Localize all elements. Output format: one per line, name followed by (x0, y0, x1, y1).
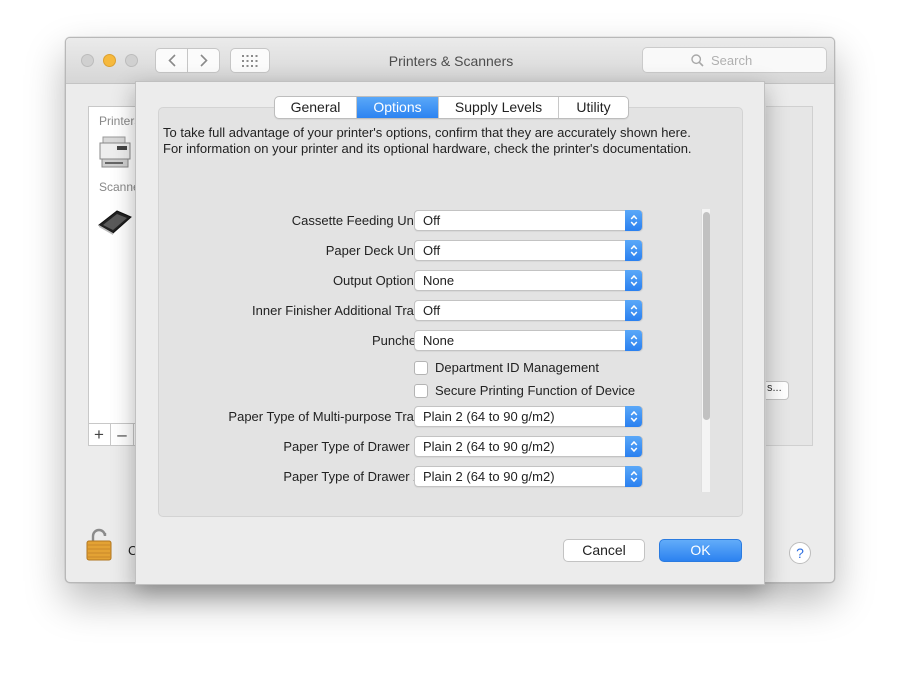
printer-icon[interactable] (97, 135, 133, 169)
popup-arrows-icon (625, 270, 642, 291)
tab-bar: General Options Supply Levels Utility (274, 96, 629, 119)
drawer1-paper-popup[interactable]: Plain 2 (64 to 90 g/m2) (414, 436, 643, 457)
title-bar: Printers & Scanners Search (66, 38, 834, 84)
drawer2-paper-label: Paper Type of Drawer 2: (283, 469, 424, 484)
lock-icon[interactable] (86, 527, 112, 561)
options-supplies-button[interactable]: s... (766, 381, 789, 400)
scanner-icon[interactable] (97, 207, 133, 235)
secure-printing-label: Secure Printing Function of Device (435, 383, 636, 398)
popup-arrows-icon (625, 406, 642, 427)
popup-arrows-icon (625, 330, 642, 351)
department-id-checkbox-row[interactable]: Department ID Management (414, 360, 599, 375)
secure-printing-checkbox-row[interactable]: Secure Printing Function of Device (414, 383, 635, 398)
popup-arrows-icon (625, 436, 642, 457)
tab-general[interactable]: General (275, 97, 357, 118)
department-id-checkbox[interactable] (414, 360, 428, 375)
output-options-label: Output Options: (332, 273, 424, 288)
help-button[interactable]: ? (789, 542, 811, 564)
cassette-feeding-unit-value: Off (423, 213, 441, 228)
multipurpose-tray-paper-value: Plain 2 (64 to 90 g/m2) (423, 409, 555, 424)
puncher-value: None (423, 333, 455, 348)
options-intro-text: To take full advantage of your printer's… (163, 125, 692, 156)
department-id-label: Department ID Management (435, 360, 600, 375)
cancel-button[interactable]: Cancel (563, 539, 645, 562)
ok-button[interactable]: OK (659, 539, 742, 562)
popup-arrows-icon (625, 466, 642, 487)
options-scrollbar[interactable] (701, 209, 710, 492)
popup-arrows-icon (625, 210, 642, 231)
inner-finisher-tray-label: Inner Finisher Additional Tray: (252, 303, 424, 318)
tab-utility[interactable]: Utility (559, 97, 628, 118)
output-options-value: None (423, 273, 455, 288)
tab-options[interactable]: Options (357, 97, 439, 118)
tab-supply-levels[interactable]: Supply Levels (439, 97, 559, 118)
multipurpose-tray-paper-label: Paper Type of Multi-purpose Tray: (228, 409, 424, 424)
paper-deck-unit-value: Off (423, 243, 441, 258)
inner-finisher-tray-popup[interactable]: Off (414, 300, 643, 321)
drawer2-paper-popup[interactable]: Plain 2 (64 to 90 g/m2) (414, 466, 643, 487)
printer-options-sheet: General Options Supply Levels Utility To… (135, 81, 765, 585)
paper-deck-unit-label: Paper Deck Unit: (325, 243, 424, 258)
add-printer-button[interactable]: + (88, 424, 111, 446)
scrollbar-thumb[interactable] (703, 212, 710, 420)
popup-arrows-icon (625, 300, 642, 321)
multipurpose-tray-paper-popup[interactable]: Plain 2 (64 to 90 g/m2) (414, 406, 643, 427)
output-options-popup[interactable]: None (414, 270, 643, 291)
search-field[interactable]: Search (642, 47, 827, 73)
drawer1-paper-value: Plain 2 (64 to 90 g/m2) (423, 439, 555, 454)
search-icon (691, 54, 704, 67)
drawer2-paper-value: Plain 2 (64 to 90 g/m2) (423, 469, 555, 484)
inner-finisher-tray-value: Off (423, 303, 441, 318)
search-placeholder: Search (711, 52, 753, 68)
remove-printer-button[interactable]: – (111, 424, 134, 446)
puncher-popup[interactable]: None (414, 330, 643, 351)
paper-deck-unit-popup[interactable]: Off (414, 240, 643, 261)
cassette-feeding-unit-popup[interactable]: Off (414, 210, 643, 231)
cassette-feeding-unit-label: Cassette Feeding Unit: (291, 213, 424, 228)
popup-arrows-icon (625, 240, 642, 261)
drawer1-paper-label: Paper Type of Drawer 1: (283, 439, 424, 454)
secure-printing-checkbox[interactable] (414, 383, 428, 398)
